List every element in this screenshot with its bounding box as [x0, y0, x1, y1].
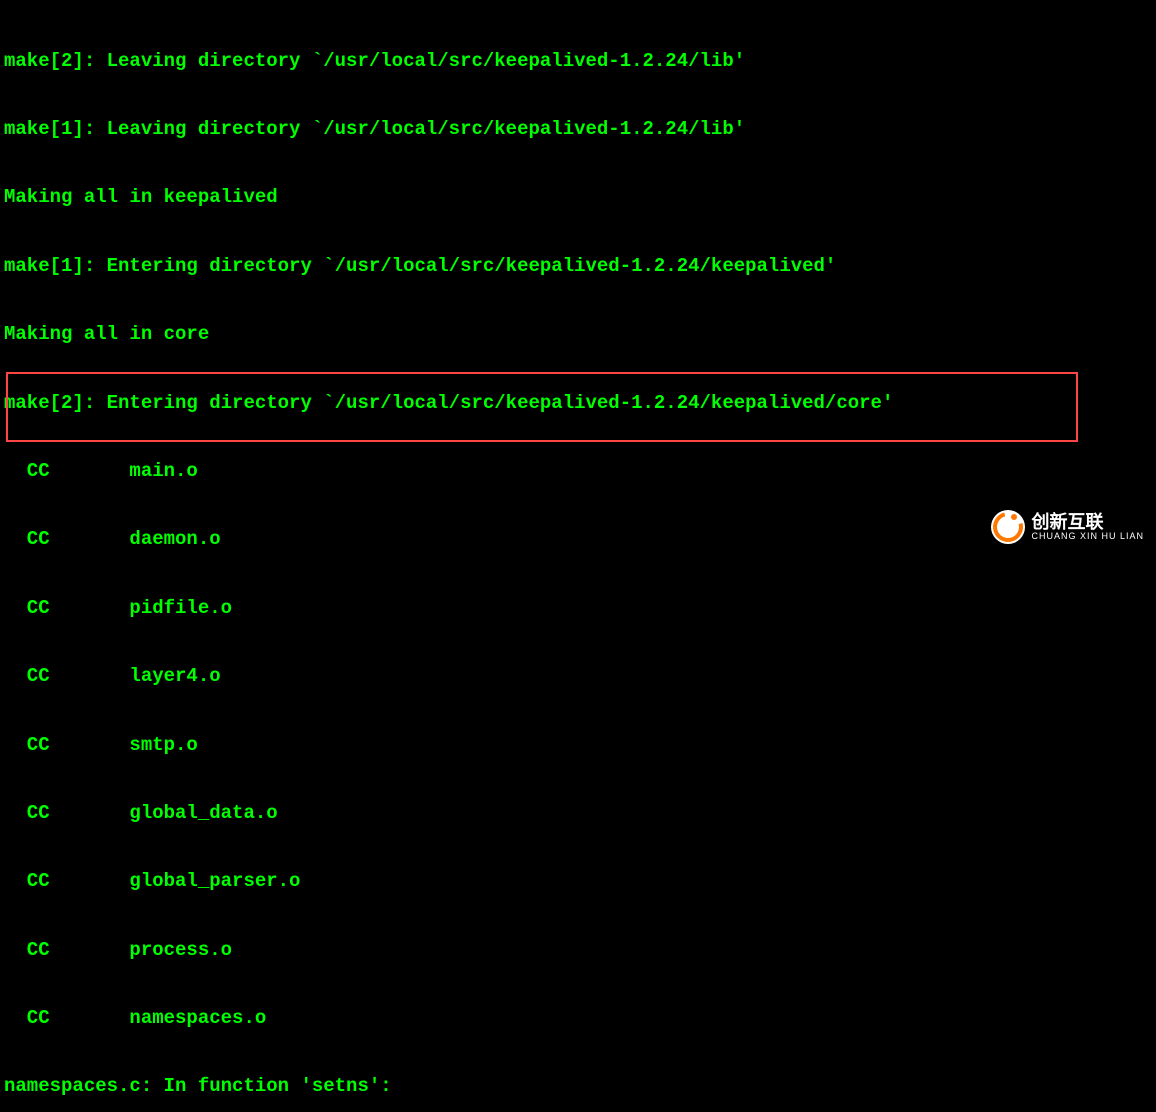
output-line: make[2]: Leaving directory `/usr/local/s… [4, 50, 1152, 73]
output-line: CC pidfile.o [4, 597, 1152, 620]
output-line: CC namespaces.o [4, 1007, 1152, 1030]
watermark-title: 创新互联 [1031, 512, 1103, 534]
watermark-text: 创新互联 CHUANG XIN HU LIAN [1031, 512, 1144, 542]
output-line: make[2]: Entering directory `/usr/local/… [4, 392, 1152, 415]
output-line: CC smtp.o [4, 734, 1152, 757]
watermark-logo-icon [991, 510, 1025, 544]
watermark: 创新互联 CHUANG XIN HU LIAN [991, 510, 1144, 544]
output-line: CC global_parser.o [4, 870, 1152, 893]
output-line: CC global_data.o [4, 802, 1152, 825]
output-line: CC daemon.o [4, 528, 1152, 551]
output-line: namespaces.c: In function 'setns': [4, 1075, 1152, 1098]
output-line: Making all in keepalived [4, 186, 1152, 209]
terminal-output[interactable]: make[2]: Leaving directory `/usr/local/s… [4, 4, 1152, 1112]
output-line: Making all in core [4, 323, 1152, 346]
watermark-subtitle: CHUANG XIN HU LIAN [1031, 531, 1144, 542]
output-line: make[1]: Leaving directory `/usr/local/s… [4, 118, 1152, 141]
output-line: make[1]: Entering directory `/usr/local/… [4, 255, 1152, 278]
output-line: CC process.o [4, 939, 1152, 962]
output-line: CC main.o [4, 460, 1152, 483]
output-line: CC layer4.o [4, 665, 1152, 688]
